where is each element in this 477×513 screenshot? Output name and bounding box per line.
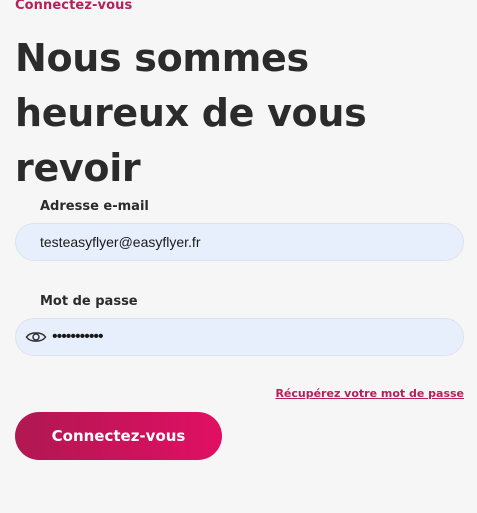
email-field[interactable] xyxy=(15,223,464,261)
eye-icon[interactable] xyxy=(25,327,47,347)
login-button[interactable]: Connectez-vous xyxy=(15,412,222,460)
email-label: Adresse e-mail xyxy=(40,199,149,214)
password-label: Mot de passe xyxy=(40,294,138,309)
password-field[interactable] xyxy=(15,318,464,356)
forgot-password-link[interactable]: Récupérez votre mot de passe xyxy=(275,387,464,400)
page-title: Nous sommes heureux de vous revoir xyxy=(15,36,367,190)
page-kicker: Connectez-vous xyxy=(15,0,133,13)
